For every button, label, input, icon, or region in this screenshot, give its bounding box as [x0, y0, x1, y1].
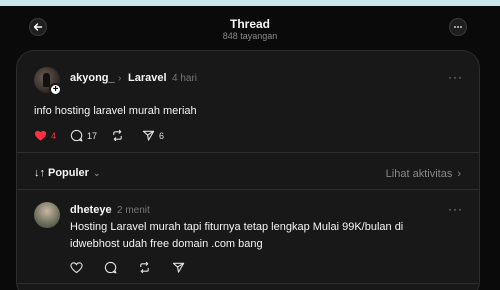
repost-icon	[113, 129, 122, 142]
share-button[interactable]: 6	[142, 129, 164, 142]
post-actions: 4 17 6	[34, 129, 178, 142]
reply-share-button[interactable]	[172, 261, 189, 274]
sort-icon: ↓↑	[34, 167, 45, 179]
divider	[17, 189, 479, 190]
comment-icon	[70, 129, 83, 142]
heart-filled-icon	[34, 130, 47, 141]
post-more-icon[interactable]: ···	[448, 70, 463, 84]
reply-more-icon[interactable]: ···	[448, 202, 463, 216]
divider	[17, 152, 479, 153]
repost-icon	[140, 261, 149, 274]
share-count: 6	[159, 130, 165, 141]
reply-like-button[interactable]	[70, 261, 87, 274]
post-text: info hosting laravel murah meriah	[34, 105, 197, 117]
like-button[interactable]: 4	[34, 129, 56, 142]
chevron-right-icon: ›	[118, 73, 122, 84]
view-count: 848 tayangan	[222, 31, 278, 41]
reply-time: 2 menit	[117, 205, 150, 216]
reply-username[interactable]: dheteye	[70, 204, 112, 216]
page-title: Thread	[229, 17, 270, 31]
sort-label: Populer	[48, 167, 89, 179]
activity-label: Lihat aktivitas	[385, 168, 453, 180]
more-button[interactable]	[449, 18, 467, 36]
reply-text: Hosting Laravel murah tapi fiturnya teta…	[70, 221, 404, 250]
divider	[17, 283, 479, 284]
repost-button[interactable]	[111, 129, 128, 142]
comment-count: 17	[87, 130, 98, 141]
community-link[interactable]: Laravel	[128, 72, 167, 84]
post-username[interactable]: akyong_	[70, 72, 115, 84]
reply-actions	[70, 261, 203, 274]
comment-icon	[104, 261, 117, 274]
send-icon	[172, 262, 185, 273]
chevron-down-icon: ⌄	[92, 167, 101, 178]
thread-card: + akyong_ › Laravel 4 hari ··· info host…	[16, 50, 480, 290]
post-time: 4 hari	[172, 73, 198, 84]
view-activity-link[interactable]: Lihat aktivitas ›	[386, 168, 461, 180]
reply-comment-button[interactable]	[104, 261, 121, 274]
follow-plus-icon[interactable]: +	[49, 83, 62, 96]
comment-button[interactable]: 17	[70, 129, 97, 142]
reply-repost-button[interactable]	[138, 261, 155, 274]
sort-dropdown[interactable]: ↓↑ Populer ⌄	[34, 167, 101, 179]
header: Thread 848 tayangan	[0, 6, 500, 50]
chevron-right-icon: ›	[457, 168, 461, 180]
reply-avatar[interactable]	[34, 202, 60, 228]
like-count: 4	[51, 130, 57, 141]
send-icon	[142, 130, 155, 141]
more-horizontal-icon	[454, 26, 462, 28]
heart-icon	[70, 262, 83, 274]
